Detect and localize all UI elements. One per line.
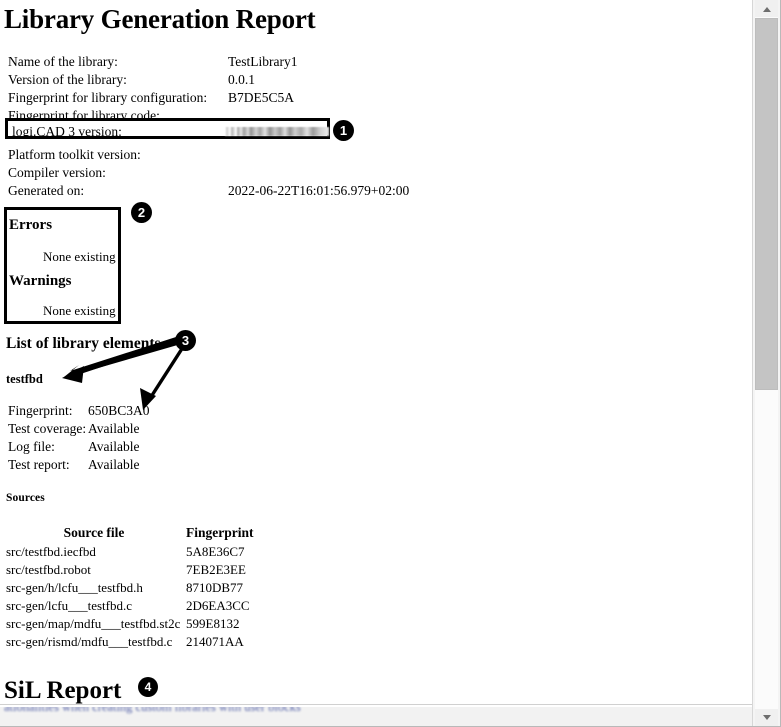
cell-fingerprint: 7EB2E3EE — [186, 562, 246, 577]
cell-fingerprint: 599E8132 — [186, 616, 240, 631]
cell-source-file: src-gen/map/mdfu___testfbd.st2c — [6, 616, 181, 631]
property-value: 650BC3A0 — [88, 403, 150, 418]
callout-badge-4: 4 — [138, 677, 158, 697]
callout-badge-2: 2 — [131, 202, 152, 223]
info-label: Platform toolkit version: — [8, 147, 141, 162]
column-header-source-file: Source file — [63, 525, 125, 540]
bottom-cutoff-strip: ationalities when creating custom librar… — [0, 707, 752, 727]
info-label: Generated on: — [8, 183, 85, 198]
table-row: src/testfbd.robot 7EB2E3EE — [6, 561, 254, 579]
property-key: Fingerprint: — [8, 403, 73, 418]
element-property-fingerprint: Fingerprint: 650BC3A0 — [8, 402, 308, 420]
table-row: src-gen/lcfu___testfbd.c 2D6EA3CC — [6, 597, 254, 615]
library-element-properties: Fingerprint: 650BC3A0 Test coverage: Avail… — [8, 402, 308, 474]
info-value: 0.0.1 — [228, 72, 255, 87]
errors-none-text: None existing — [43, 249, 116, 264]
cell-fingerprint: 2D6EA3CC — [186, 598, 250, 613]
cell-fingerprint: 8710DB77 — [186, 580, 244, 595]
property-value: Available — [88, 439, 140, 454]
property-value: Available — [88, 457, 140, 472]
cell-fingerprint: 214071AA — [186, 634, 244, 649]
cell-source-file: src-gen/rismd/mdfu___testfbd.c — [6, 634, 173, 649]
info-row-library-version: Version of the library: 0.0.1 — [8, 71, 428, 89]
info-value: TestLibrary1 — [228, 54, 298, 69]
document-body: Library Generation Report Name of the li… — [0, 0, 752, 727]
property-value: Available — [88, 421, 140, 436]
page-title: Library Generation Report — [4, 4, 316, 34]
cell-source-file: src/testfbd.iecfbd — [6, 544, 96, 559]
library-element-name: testfbd — [6, 372, 43, 386]
vertical-scrollbar[interactable] — [752, 0, 780, 727]
info-value: B7DE5C5A — [228, 90, 295, 105]
report-page: Library Generation Report Name of the li… — [0, 0, 781, 727]
info-row-library-name: Name of the library: TestLibrary1 — [8, 53, 428, 71]
column-header-fingerprint: Fingerprint — [186, 525, 254, 540]
cell-fingerprint: 5A8E36C7 — [186, 544, 245, 559]
scroll-down-button[interactable] — [755, 709, 778, 726]
library-elements-heading: List of library elements — [6, 335, 161, 352]
library-info-list: Name of the library: TestLibrary1 Version… — [5, 53, 428, 200]
info-label: logi.CAD 3 version: — [12, 124, 122, 139]
info-row-compiler-version: Compiler version: — [8, 164, 428, 182]
property-key: Test report: — [8, 457, 70, 472]
info-row-generated-on: Generated on: 2022-06-22T16:01:56.979+02:… — [8, 182, 428, 200]
triangle-down-icon — [762, 714, 771, 720]
triangle-up-icon — [762, 6, 771, 12]
cell-source-file: src/testfbd.robot — [6, 562, 91, 577]
info-label: Version of the library: — [8, 72, 127, 87]
element-property-test-report: Test report: Available — [8, 456, 308, 474]
element-property-test-coverage: Test coverage: Available — [8, 420, 308, 438]
cell-source-file: src-gen/h/lcfu___testfbd.h — [6, 580, 143, 595]
warnings-heading: Warnings — [9, 273, 72, 289]
highlighted-logicad-version-row: logi.CAD 3 version: — [5, 118, 330, 139]
table-row: src-gen/rismd/mdfu___testfbd.c 214071AA — [6, 633, 254, 651]
arrow-head-left — [62, 366, 84, 383]
info-label: Fingerprint for library configuration: — [8, 90, 208, 105]
sil-report-heading: SiL Report — [4, 677, 122, 704]
redacted-version-value — [225, 127, 329, 137]
warnings-none-text: None existing — [43, 303, 116, 318]
errors-heading: Errors — [9, 217, 53, 233]
info-row-config-fingerprint: Fingerprint for library configuration: B7… — [8, 89, 428, 107]
sources-heading: Sources — [6, 492, 45, 504]
info-label: Name of the library: — [8, 54, 118, 69]
info-label: Compiler version: — [8, 165, 106, 180]
sources-table: Source file Fingerprint src/testfbd.iecf… — [6, 524, 254, 651]
element-property-log-file: Log file: Available — [8, 438, 308, 456]
info-value: 2022-06-22T16:01:56.979+02:00 — [228, 183, 410, 198]
cell-source-file: src-gen/lcfu___testfbd.c — [6, 598, 132, 613]
bottom-link-text[interactable]: ationalities when creating custom librar… — [4, 707, 301, 716]
property-key: Test coverage: — [8, 421, 87, 436]
scroll-up-button[interactable] — [755, 0, 778, 17]
bottom-divider — [0, 704, 752, 705]
scrollbar-thumb[interactable] — [755, 18, 778, 390]
callout-badge-1: 1 — [333, 120, 354, 141]
table-row: src-gen/map/mdfu___testfbd.st2c 599E8132 — [6, 615, 254, 633]
info-row-platform-toolkit-version: Platform toolkit version: — [8, 146, 428, 164]
table-row: src-gen/h/lcfu___testfbd.h 8710DB77 — [6, 579, 254, 597]
property-key: Log file: — [8, 439, 55, 454]
table-row: src/testfbd.iecfbd 5A8E36C7 — [6, 543, 254, 561]
callout-badge-3: 3 — [175, 330, 196, 351]
errors-warnings-box: Errors None existing Warnings None exist… — [4, 207, 121, 324]
table-header-row: Source file Fingerprint — [6, 524, 254, 543]
